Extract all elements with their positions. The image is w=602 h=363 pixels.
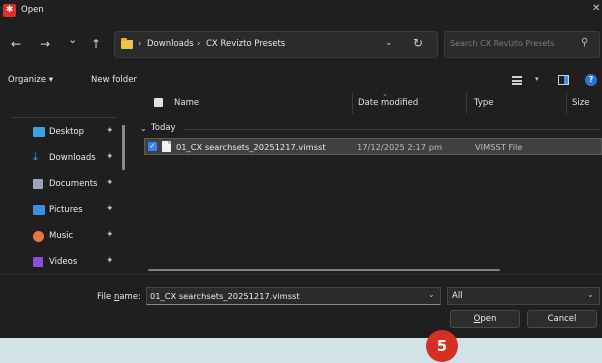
sidebar-item-pictures[interactable]: Pictures ✦ [0,199,125,221]
column-divider[interactable] [352,92,353,114]
pin-icon: ✦ [106,256,114,266]
pin-icon: ✦ [106,152,114,162]
sidebar-divider [11,117,117,118]
window-title: Open [21,5,44,15]
new-folder-button[interactable]: New folder [91,75,137,85]
search-input[interactable]: Search CX Revizto Presets ⚲ [444,31,600,58]
step-number-badge: 5 [426,330,458,362]
chevron-down-icon[interactable]: ⌄ [385,38,393,48]
breadcrumb-downloads[interactable]: Downloads [147,39,194,49]
command-bar: Organize ▾ New folder ▾ ? [0,70,602,92]
title-bar: ✱ Open ✕ [0,0,602,22]
help-icon[interactable]: ? [585,74,597,86]
navigation-pane: Desktop ✦ ⤓ Downloads ✦ Documents ✦ Pict… [0,96,132,274]
file-name-input[interactable]: 01_CX searchsets_20251217.vimsst ⌄ [146,287,441,305]
videos-icon [33,257,43,267]
pin-icon: ✦ [106,126,114,136]
view-options-icon[interactable] [512,76,522,85]
sidebar-item-videos[interactable]: Videos ✦ [0,251,125,273]
file-list-pane: Name ⌄ Date modified Type Size ⌄ Today ✓… [132,90,602,274]
up-folder-button[interactable]: ↑ [91,38,101,50]
documents-icon [33,179,43,189]
file-type-value: All [452,291,463,301]
horizontal-scrollbar[interactable] [148,269,500,271]
column-header-date-modified[interactable]: Date modified [358,98,418,108]
column-header-type[interactable]: Type [474,98,494,108]
column-divider[interactable] [466,92,467,114]
chevron-down-icon[interactable]: ⌄ [428,290,435,299]
sidebar-item-downloads[interactable]: ⤓ Downloads ✦ [0,147,125,169]
sidebar-item-label: Music [49,231,74,241]
select-all-checkbox[interactable] [154,98,163,107]
pin-icon: ✦ [106,178,114,188]
group-label: Today [151,123,176,133]
chevron-down-icon: ⌄ [140,124,147,133]
breadcrumb-separator-icon: › [138,39,142,49]
breadcrumb-cx-revizto-presets[interactable]: CX Revizto Presets [206,39,285,49]
file-type: VIMSST File [475,142,523,152]
app-icon: ✱ [3,4,16,17]
file-row[interactable]: ✓ 01_CX searchsets_20251217.vimsst 17/12… [144,138,602,155]
group-header-today[interactable]: ⌄ Today [132,122,602,136]
file-date-modified: 17/12/2025 2:17 pm [357,142,443,152]
pin-icon: ✦ [106,204,114,214]
column-header-name[interactable]: Name [174,98,199,108]
file-name-value: 01_CX searchsets_20251217.vimsst [150,291,300,301]
navigation-bar: ← → ⌄ ↑ › Downloads › CX Revizto Presets… [0,27,602,63]
chevron-down-icon[interactable]: ▾ [535,75,539,83]
preview-pane-icon[interactable] [558,75,569,85]
file-type-select[interactable]: All ⌄ [447,287,600,305]
sidebar-item-label: Pictures [49,205,83,215]
sidebar-item-music[interactable]: Music ✦ [0,225,125,247]
footer-divider [0,274,602,275]
sidebar-item-documents[interactable]: Documents ✦ [0,173,125,195]
sidebar-item-label: Documents [49,179,98,189]
sidebar-item-label: Videos [49,257,78,267]
sidebar-scrollbar[interactable] [122,125,125,170]
file-name-label-post: ame: [119,292,141,302]
cancel-button[interactable]: Cancel [527,310,597,328]
pin-icon: ✦ [106,230,114,240]
sidebar-item-label: Desktop [49,127,85,137]
address-bar[interactable]: › Downloads › CX Revizto Presets ⌄ ↻ [114,31,438,58]
search-icon: ⚲ [581,37,589,48]
open-button[interactable]: Open [450,310,520,328]
pictures-icon [33,205,45,215]
folder-icon [121,38,133,49]
file-name-label-pre: File [97,292,114,302]
dialog-footer: File name: 01_CX searchsets_20251217.vim… [0,281,602,338]
chevron-down-icon[interactable]: ⌄ [587,290,594,299]
recent-locations-button[interactable]: ⌄ [68,34,77,46]
group-divider [184,129,600,130]
forward-button[interactable]: → [40,38,50,50]
open-rest: pen [480,314,497,324]
column-header-size[interactable]: Size [572,98,589,108]
file-icon [162,141,171,152]
search-placeholder: Search CX Revizto Presets [450,39,555,48]
organize-button[interactable]: Organize ▾ [8,75,53,85]
breadcrumb-separator-icon: › [197,39,201,49]
file-name: 01_CX searchsets_20251217.vimsst [176,142,326,152]
sort-indicator-icon: ⌄ [382,90,388,98]
back-button[interactable]: ← [11,38,21,50]
column-divider[interactable] [566,92,567,114]
file-name-label: File name: [97,292,141,302]
download-icon: ⤓ [33,150,38,163]
row-checkbox[interactable]: ✓ [148,142,157,151]
column-header-row: Name ⌄ Date modified Type Size [132,90,602,114]
sidebar-item-desktop[interactable]: Desktop ✦ [0,121,125,143]
music-icon [33,231,44,242]
close-icon[interactable]: ✕ [592,3,600,14]
desktop-icon [33,127,45,137]
open-file-dialog: ✱ Open ✕ ← → ⌄ ↑ › Downloads › CX Revizt… [0,0,602,338]
sidebar-item-label: Downloads [49,153,96,163]
refresh-icon[interactable]: ↻ [413,36,423,50]
